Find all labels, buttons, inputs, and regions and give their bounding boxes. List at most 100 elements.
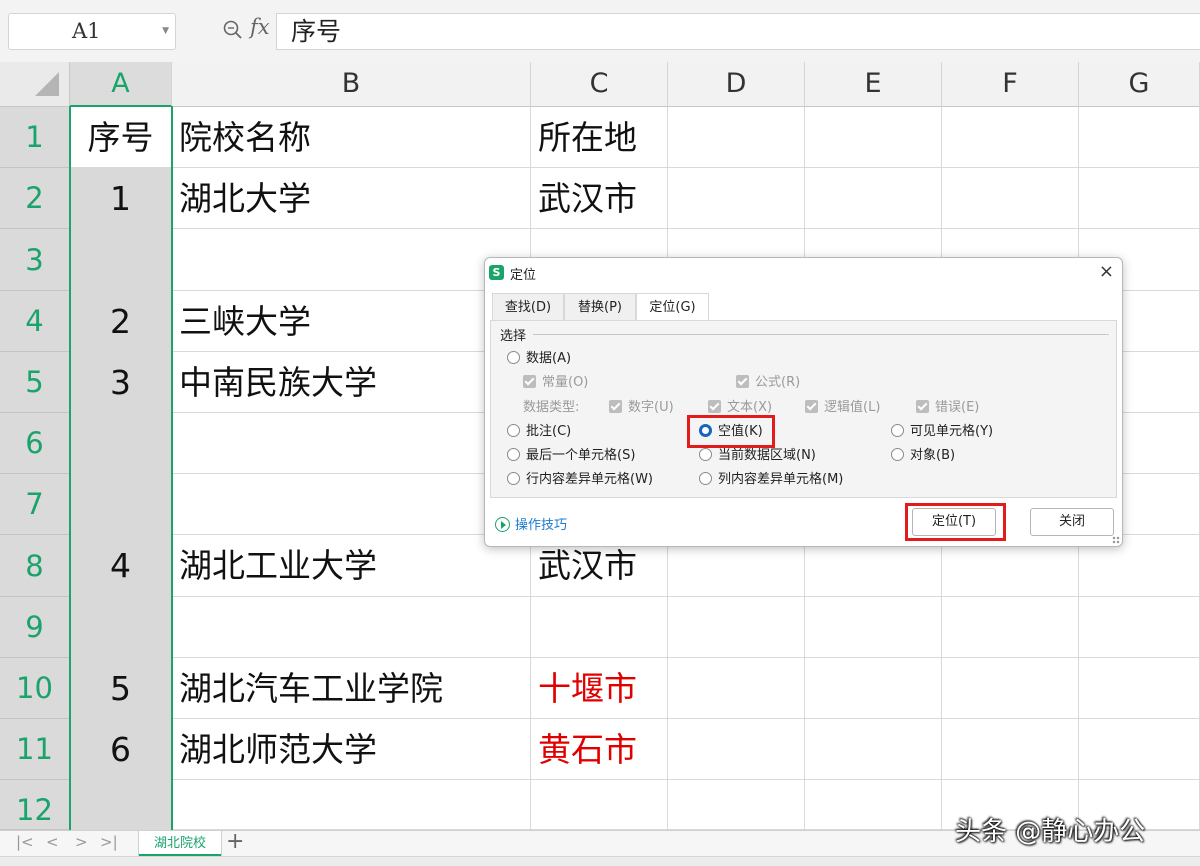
column-header-b[interactable]: B — [172, 62, 531, 107]
table-cell[interactable]: 武汉市 — [531, 168, 668, 229]
table-cell[interactable] — [805, 658, 942, 719]
option-last-cell[interactable]: 最后一个单元格(S) — [507, 447, 635, 465]
table-cell[interactable] — [668, 107, 805, 168]
row-header[interactable]: 7 — [0, 474, 70, 535]
add-sheet-button[interactable]: + — [226, 829, 244, 854]
option-object[interactable]: 对象(B) — [891, 447, 955, 465]
table-cell[interactable] — [805, 168, 942, 229]
row-header[interactable]: 11 — [0, 719, 70, 780]
table-cell[interactable] — [805, 107, 942, 168]
table-cell[interactable]: 三峡大学 — [172, 291, 531, 352]
table-cell[interactable] — [1079, 719, 1200, 780]
table-cell[interactable]: 5 — [70, 658, 172, 719]
option-col-diff[interactable]: 列内容差异单元格(M) — [699, 471, 843, 489]
column-header-d[interactable]: D — [668, 62, 805, 107]
table-cell[interactable] — [172, 597, 531, 658]
table-cell[interactable]: 湖北汽车工业学院 — [172, 658, 531, 719]
option-row-diff[interactable]: 行内容差异单元格(W) — [507, 471, 653, 489]
table-cell[interactable]: 6 — [70, 719, 172, 780]
table-cell[interactable] — [668, 780, 805, 830]
resize-grip-icon[interactable] — [1112, 536, 1120, 544]
table-cell[interactable] — [1079, 658, 1200, 719]
table-cell[interactable] — [70, 597, 172, 658]
table-cell[interactable] — [668, 719, 805, 780]
tab-locate[interactable]: 定位(G) — [636, 293, 709, 322]
table-cell[interactable] — [805, 597, 942, 658]
table-cell[interactable] — [942, 168, 1079, 229]
table-cell[interactable]: 院校名称 — [172, 107, 531, 168]
tab-replace[interactable]: 替换(P) — [564, 293, 636, 320]
table-cell[interactable] — [531, 780, 668, 830]
row-header[interactable]: 2 — [0, 168, 70, 229]
row-header[interactable]: 12 — [0, 780, 70, 830]
column-header-a[interactable]: A — [70, 62, 172, 107]
column-header-f[interactable]: F — [942, 62, 1079, 107]
select-all-corner[interactable] — [0, 62, 70, 107]
option-data[interactable]: 数据(A) — [507, 350, 571, 368]
table-cell[interactable]: 湖北工业大学 — [172, 535, 531, 597]
table-cell[interactable]: 中南民族大学 — [172, 352, 531, 413]
next-sheet-icon[interactable]: > — [75, 833, 88, 851]
column-header-g[interactable]: G — [1079, 62, 1200, 107]
table-cell[interactable] — [668, 658, 805, 719]
table-cell[interactable]: 十堰市 — [531, 658, 668, 719]
table-cell[interactable]: 2 — [70, 291, 172, 352]
row-header[interactable]: 5 — [0, 352, 70, 413]
row-header[interactable]: 8 — [0, 535, 70, 597]
prev-sheet-icon[interactable]: < — [46, 833, 59, 851]
table-cell[interactable]: 黄石市 — [531, 719, 668, 780]
table-cell[interactable] — [942, 597, 1079, 658]
table-cell[interactable] — [668, 597, 805, 658]
table-cell[interactable] — [172, 413, 531, 474]
last-sheet-icon[interactable]: >| — [100, 833, 118, 851]
table-cell[interactable] — [70, 413, 172, 474]
row-header[interactable]: 9 — [0, 597, 70, 658]
table-cell[interactable] — [172, 780, 531, 830]
name-box[interactable]: A1 ▼ — [8, 13, 176, 50]
row-header[interactable]: 10 — [0, 658, 70, 719]
chevron-down-icon[interactable]: ▼ — [162, 14, 169, 49]
option-empty[interactable]: 空值(K) — [699, 423, 763, 441]
table-cell[interactable] — [172, 229, 531, 291]
column-header-c[interactable]: C — [531, 62, 668, 107]
option-visible-cells[interactable]: 可见单元格(Y) — [891, 423, 993, 441]
table-cell[interactable] — [805, 719, 942, 780]
close-icon[interactable]: × — [1099, 261, 1114, 282]
table-cell[interactable]: 4 — [70, 535, 172, 597]
table-cell[interactable] — [942, 107, 1079, 168]
table-cell[interactable] — [805, 780, 942, 830]
zoom-icon[interactable] — [222, 19, 244, 41]
table-cell[interactable] — [1079, 597, 1200, 658]
tab-find[interactable]: 查找(D) — [492, 293, 564, 320]
locate-button[interactable]: 定位(T) — [912, 508, 996, 536]
row-header[interactable]: 3 — [0, 229, 70, 291]
table-cell[interactable]: 湖北师范大学 — [172, 719, 531, 780]
option-current-region[interactable]: 当前数据区域(N) — [699, 447, 816, 465]
table-cell[interactable] — [70, 229, 172, 291]
formula-input[interactable]: 序号 — [276, 13, 1200, 50]
table-cell[interactable] — [70, 474, 172, 535]
fx-icon[interactable]: fx — [250, 15, 270, 39]
tips-link[interactable]: 操作技巧 — [495, 514, 567, 533]
table-cell[interactable] — [942, 658, 1079, 719]
table-cell[interactable] — [172, 474, 531, 535]
row-header[interactable]: 1 — [0, 107, 70, 168]
first-sheet-icon[interactable]: |< — [16, 833, 34, 851]
table-cell[interactable]: 湖北大学 — [172, 168, 531, 229]
table-cell[interactable] — [531, 597, 668, 658]
table-cell[interactable] — [1079, 107, 1200, 168]
table-cell[interactable] — [942, 719, 1079, 780]
sheet-tab-active[interactable]: 湖北院校 — [138, 831, 222, 856]
table-cell[interactable]: 1 — [70, 168, 172, 229]
row-header[interactable]: 6 — [0, 413, 70, 474]
table-cell[interactable] — [668, 168, 805, 229]
row-header[interactable]: 4 — [0, 291, 70, 352]
dialog-titlebar[interactable]: S 定位 × — [485, 258, 1122, 288]
option-comment[interactable]: 批注(C) — [507, 423, 571, 441]
table-cell[interactable]: 所在地 — [531, 107, 668, 168]
table-cell[interactable]: 序号 — [70, 107, 172, 168]
close-button[interactable]: 关闭 — [1030, 508, 1114, 536]
column-header-e[interactable]: E — [805, 62, 942, 107]
table-cell[interactable] — [70, 780, 172, 830]
table-cell[interactable]: 3 — [70, 352, 172, 413]
